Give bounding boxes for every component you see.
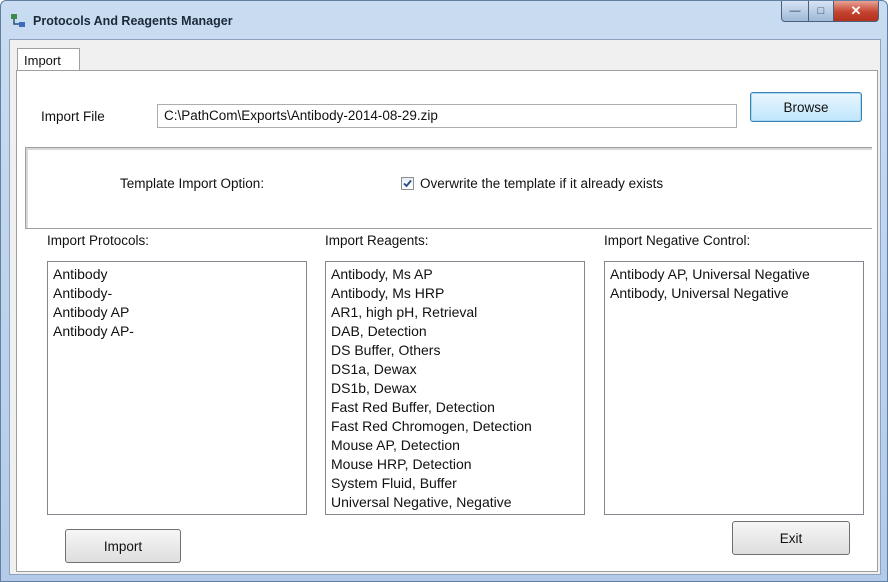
- maximize-icon[interactable]: □: [809, 1, 834, 22]
- template-import-option-label: Template Import Option:: [120, 176, 265, 191]
- list-item[interactable]: Antibody, Ms AP: [331, 265, 579, 284]
- list-item[interactable]: System Fluid, Buffer: [331, 474, 579, 493]
- list-item[interactable]: Antibody AP, Universal Negative: [610, 265, 858, 284]
- import-negative-control-label: Import Negative Control:: [604, 233, 751, 248]
- list-item[interactable]: Antibody AP-: [53, 322, 301, 341]
- list-item[interactable]: Antibody-: [53, 284, 301, 303]
- window-title: Protocols And Reagents Manager: [33, 14, 233, 28]
- overwrite-template-label[interactable]: Overwrite the template if it already exi…: [420, 176, 663, 191]
- import-protocols-label: Import Protocols:: [47, 233, 150, 248]
- list-item[interactable]: Mouse HRP, Detection: [331, 455, 579, 474]
- import-button[interactable]: Import: [65, 529, 181, 563]
- list-item[interactable]: Antibody AP: [53, 303, 301, 322]
- list-item[interactable]: AR1, high pH, Retrieval: [331, 303, 579, 322]
- client-area: Import Import File C:\PathCom\Exports\An…: [9, 39, 881, 575]
- import-file-label: Import File: [41, 109, 105, 124]
- title-bar[interactable]: Protocols And Reagents Manager — □ ✕: [1, 1, 887, 39]
- overwrite-template-checkbox[interactable]: [401, 177, 414, 190]
- close-icon[interactable]: ✕: [834, 1, 879, 22]
- list-item[interactable]: Antibody: [53, 265, 301, 284]
- window-controls: — □ ✕: [781, 1, 879, 22]
- list-item[interactable]: DS1a, Dewax: [331, 360, 579, 379]
- list-item[interactable]: DAB, Detection: [331, 322, 579, 341]
- import-tab-panel: Import File C:\PathCom\Exports\Antibody-…: [16, 70, 878, 572]
- import-reagents-label: Import Reagents:: [325, 233, 429, 248]
- minimize-icon[interactable]: —: [781, 1, 809, 22]
- browse-button[interactable]: Browse: [750, 92, 862, 122]
- list-item[interactable]: Fast Red Chromogen, Detection: [331, 417, 579, 436]
- exit-button[interactable]: Exit: [732, 521, 850, 555]
- app-window: Protocols And Reagents Manager — □ ✕ Imp…: [0, 0, 888, 582]
- list-item[interactable]: Fast Red Buffer, Detection: [331, 398, 579, 417]
- import-file-path-input[interactable]: C:\PathCom\Exports\Antibody-2014-08-29.z…: [157, 104, 737, 128]
- list-item[interactable]: DS1b, Dewax: [331, 379, 579, 398]
- checkmark-icon: [403, 179, 412, 188]
- negative-control-listbox[interactable]: Antibody AP, Universal Negative Antibody…: [604, 261, 864, 515]
- tab-import[interactable]: Import: [17, 48, 80, 70]
- list-item[interactable]: Mouse AP, Detection: [331, 436, 579, 455]
- reagents-listbox[interactable]: Antibody, Ms AP Antibody, Ms HRP AR1, hi…: [325, 261, 585, 515]
- list-item[interactable]: Antibody, Ms HRP: [331, 284, 579, 303]
- protocols-listbox[interactable]: Antibody Antibody- Antibody AP Antibody …: [47, 261, 307, 515]
- list-item[interactable]: DS Buffer, Others: [331, 341, 579, 360]
- app-icon: [10, 13, 26, 29]
- list-item[interactable]: Antibody, Universal Negative: [610, 284, 858, 303]
- list-item[interactable]: Universal Negative, Negative: [331, 493, 579, 512]
